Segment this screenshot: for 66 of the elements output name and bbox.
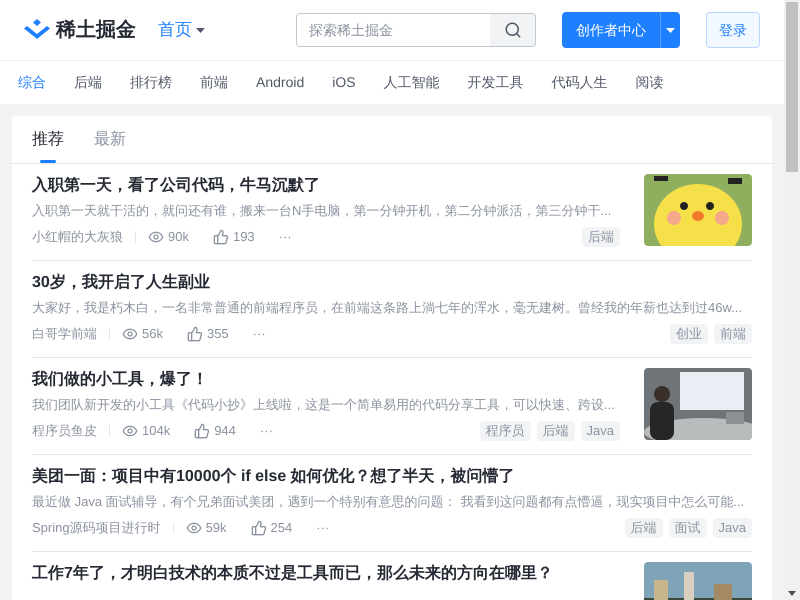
category-tab[interactable]: 阅读	[636, 72, 664, 93]
scrollbar-thumb[interactable]	[786, 2, 798, 172]
like-icon[interactable]	[194, 423, 210, 439]
article-abstract: 我们团队新开发的小工具《代码小抄》上线啦，这是一个简单易用的代码分享工具，可以快速、跨设...	[32, 396, 616, 414]
article-tag[interactable]: 后端	[536, 421, 575, 441]
article-title[interactable]: 工作7年了，才明白技术的本质不过是工具而已，那么未来的方向在哪里？	[32, 562, 620, 586]
feed-tab[interactable]: 推荐	[32, 116, 64, 163]
view-count: 104k	[142, 422, 170, 440]
like-icon[interactable]	[212, 229, 229, 245]
article-title[interactable]: 入职第一天，看了公司代码，牛马沉默了	[32, 174, 620, 198]
category-tab[interactable]: 人工智能	[384, 72, 440, 93]
article-abstract: 入职第一天就干活的，就问还有谁，搬来一台N手电脑，第一分钟开机，第二分钟派活，第三分钟干...	[32, 202, 612, 220]
more-button[interactable]: ···	[252, 324, 266, 344]
article-tag[interactable]: 创业	[670, 324, 708, 344]
like-count: 355	[206, 325, 229, 344]
more-button[interactable]: ···	[278, 227, 292, 247]
category-tab[interactable]: iOS	[332, 72, 356, 93]
author-name[interactable]: 小红帽的大灰狼	[32, 227, 123, 247]
creator-center-button[interactable]: 创作者中心	[562, 12, 660, 48]
caret-icon	[666, 28, 675, 32]
category-tab[interactable]: 排行榜	[130, 72, 172, 93]
home-menu[interactable]: 首页	[158, 17, 205, 43]
like-icon[interactable]	[250, 520, 267, 536]
views-icon	[148, 229, 164, 245]
article-title[interactable]: 30岁，我开启了人生副业	[32, 271, 752, 295]
category-tab[interactable]: 前端	[200, 72, 228, 93]
article-abstract: 大家好，我是朽木白，一名非常普通的前端程序员，在前端这条路上淌七年的浑水，毫无建树。曾经我的年薪也达到过46w...	[32, 299, 743, 317]
category-tab[interactable]: Android	[256, 72, 304, 93]
scroll-down-icon[interactable]	[788, 591, 796, 596]
feed-tab[interactable]: 最新	[94, 116, 126, 163]
like-count: 193	[232, 228, 255, 246]
author-name[interactable]: 程序员鱼皮	[32, 421, 97, 441]
article-title[interactable]: 美团一面：项目中有10000个 if else 如何优化？想了半天，被问懵了	[32, 465, 752, 489]
caret-icon	[196, 28, 205, 32]
view-count: 56k	[142, 325, 163, 344]
author-name[interactable]: 白哥学前端	[32, 324, 97, 344]
scrollbar[interactable]	[784, 0, 800, 600]
category-tab[interactable]: 开发工具	[468, 72, 524, 93]
like-count: 944	[214, 422, 236, 440]
article-tag[interactable]: 程序员	[480, 421, 531, 441]
article-abstract: 最近做 Java 面试辅导，有个兄弟面试美团，遇到一个特别有意思的问题： 我看到这问题都有点懵逼，现实项目中怎么可能...	[32, 493, 746, 511]
like-icon[interactable]	[186, 326, 203, 342]
view-count: 90k	[168, 228, 189, 246]
logo-icon	[24, 19, 50, 41]
category-tab[interactable]: 综合	[18, 72, 46, 93]
article-tag[interactable]: Java	[712, 518, 752, 538]
article-tag[interactable]: Java	[580, 421, 620, 441]
more-button[interactable]: ···	[316, 518, 330, 538]
article-tag[interactable]: 前端	[714, 324, 752, 344]
article-title[interactable]: 我们做的小工具，爆了！	[32, 368, 620, 392]
view-count: 59k	[206, 519, 227, 538]
views-icon	[186, 520, 202, 536]
author-name[interactable]: Spring源码项目进行时	[32, 518, 161, 538]
views-icon	[122, 423, 138, 439]
login-button[interactable]: 登录	[706, 12, 760, 48]
article-tag[interactable]: 后端	[624, 518, 663, 538]
like-count: 254	[270, 519, 292, 538]
more-button[interactable]: ···	[260, 421, 273, 441]
logo[interactable]: 稀土掘金	[24, 15, 136, 45]
views-icon	[122, 326, 138, 342]
category-tab[interactable]: 代码人生	[552, 72, 608, 93]
article-tag[interactable]: 后端	[582, 227, 620, 247]
logo-text: 稀土掘金	[56, 18, 136, 43]
article-tag[interactable]: 面试	[668, 518, 707, 538]
category-tab[interactable]: 后端	[74, 72, 102, 93]
creator-dropdown-button[interactable]	[660, 12, 680, 48]
